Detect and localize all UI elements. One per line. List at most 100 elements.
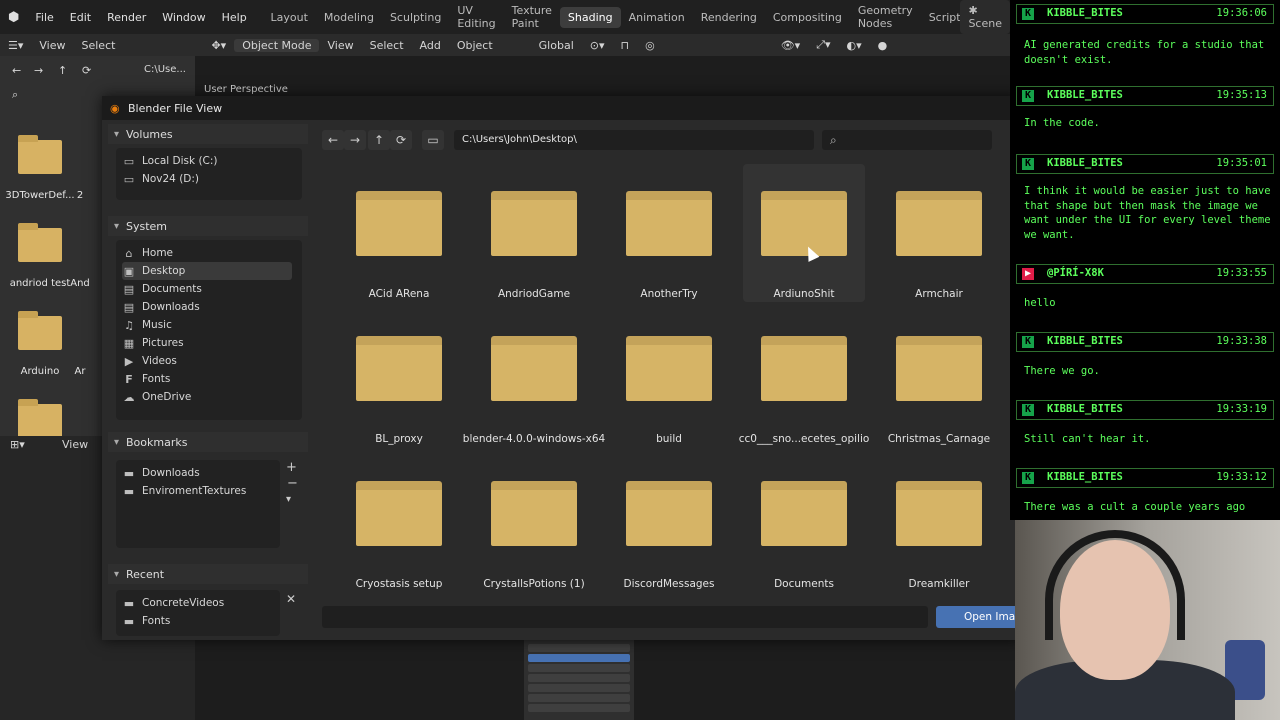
workspace-tab-geometry-nodes[interactable]: Geometry Nodes <box>850 0 921 34</box>
folder-item[interactable]: Christmas_Carnage <box>878 309 1000 447</box>
node-row[interactable] <box>528 664 630 672</box>
bg-search-icon[interactable]: ⌕ <box>12 88 18 102</box>
folder-item[interactable]: AnotherTry <box>608 164 730 302</box>
left-select-menu[interactable]: Select <box>74 39 124 52</box>
menu-help[interactable]: Help <box>214 11 255 24</box>
menu-render[interactable]: Render <box>99 11 154 24</box>
dialog-titlebar[interactable]: ◉ Blender File View <box>102 96 1020 120</box>
left-view-menu[interactable]: View <box>31 39 73 52</box>
overlay-icon[interactable]: ◐▾ <box>839 39 870 52</box>
menu-window[interactable]: Window <box>154 11 213 24</box>
menu-edit[interactable]: Edit <box>62 11 99 24</box>
folder-item[interactable]: Armchair <box>878 164 1000 302</box>
sidebar-item-videos[interactable]: ▶ Videos <box>122 352 292 370</box>
folder-item[interactable]: ArdiunoShit <box>743 164 865 302</box>
sidebar-item-home[interactable]: ⌂ Home <box>122 244 292 262</box>
sidebar-item-enviroment-textures[interactable]: ▬ EnviromentTextures <box>122 482 272 500</box>
sidebar-item-onedrive[interactable]: ☁ OneDrive <box>122 388 292 406</box>
workspace-tab-shading[interactable]: Shading <box>559 6 621 28</box>
editor-type-icon[interactable]: ☰▾ <box>0 39 31 52</box>
bg-back-icon[interactable]: ← <box>12 64 21 77</box>
directory-path-field[interactable]: C:\Users\John\Desktop\ <box>454 130 814 150</box>
bg-folder-icon[interactable] <box>18 135 62 174</box>
remove-bookmark-icon[interactable]: − <box>287 476 298 491</box>
folder-item[interactable]: CrystallsPotions (1) <box>473 454 595 592</box>
folder-item[interactable]: Documents <box>743 454 865 592</box>
sidebar-item-bookmark-downloads[interactable]: ▬ Downloads <box>122 464 272 482</box>
gizmo-icon[interactable]: ⤢▾ <box>808 38 838 52</box>
proportional-edit-icon[interactable]: ◎ <box>637 39 663 52</box>
node-row[interactable] <box>528 654 630 662</box>
workspace-tab-uv-editing[interactable]: UV Editing <box>449 0 503 34</box>
section-system-header[interactable]: System <box>108 216 308 236</box>
section-recent-header[interactable]: Recent <box>108 564 308 584</box>
add-bookmark-icon[interactable]: + <box>286 460 297 475</box>
visibility-icon[interactable]: 👁▾ <box>773 39 809 52</box>
refresh-icon[interactable]: ⟳ <box>390 130 412 150</box>
parent-directory-icon[interactable]: ↑ <box>368 130 390 150</box>
folder-item[interactable]: Dreamkiller <box>878 454 1000 592</box>
pivot-icon[interactable]: ⊙▾ <box>582 39 613 52</box>
workspace-tab-scripting[interactable]: Scripting <box>921 7 961 28</box>
outliner-view-menu[interactable]: View <box>62 438 88 451</box>
workspace-tab-rendering[interactable]: Rendering <box>693 7 765 28</box>
folder-item[interactable]: BL_proxy <box>338 309 460 447</box>
scene-selector[interactable]: ✱ Scene <box>960 0 1010 34</box>
sidebar-item-pictures[interactable]: ▦ Pictures <box>122 334 292 352</box>
sidebar-item-nov24[interactable]: ▭ Nov24 (D:) <box>122 170 292 188</box>
outliner-editor-icon[interactable]: ⊞▾ <box>10 438 25 451</box>
folder-item[interactable]: cc0___sno...ecetes_opilio <box>739 309 869 447</box>
sidebar-item-recent-fonts[interactable]: ▬ Fonts <box>122 612 272 630</box>
viewport-view-menu[interactable]: View <box>319 39 361 52</box>
workspace-tab-modeling[interactable]: Modeling <box>316 7 382 28</box>
workspace-tab-layout[interactable]: Layout <box>263 7 316 28</box>
search-input[interactable]: ⌕ <box>822 130 992 150</box>
bg-parent-icon[interactable]: ↑ <box>58 64 67 77</box>
workspace-tab-sculpting[interactable]: Sculpting <box>382 7 449 28</box>
forward-icon[interactable]: → <box>344 130 366 150</box>
transform-orientation-dropdown[interactable]: Global <box>531 39 582 52</box>
new-folder-icon[interactable]: ▭ <box>422 130 444 150</box>
folder-item[interactable]: Cryostasis setup <box>338 454 460 592</box>
viewport-select-menu[interactable]: Select <box>362 39 412 52</box>
viewport-add-menu[interactable]: Add <box>412 39 449 52</box>
workspace-tab-texture-paint[interactable]: Texture Paint <box>504 0 560 34</box>
folder-item[interactable]: ACid ARena <box>338 164 460 302</box>
workspace-tab-compositing[interactable]: Compositing <box>765 7 850 28</box>
folder-item[interactable]: blender-4.0.0-windows-x64 <box>463 309 605 447</box>
sidebar-item-concrete-videos[interactable]: ▬ ConcreteVideos <box>122 594 272 612</box>
node-row[interactable] <box>528 704 630 712</box>
folder-item[interactable]: build <box>608 309 730 447</box>
sidebar-item-music[interactable]: ♫ Music <box>122 316 292 334</box>
node-row[interactable] <box>528 644 630 652</box>
viewport-object-menu[interactable]: Object <box>449 39 501 52</box>
bg-folder-icon[interactable] <box>18 399 62 438</box>
sidebar-item-desktop[interactable]: ▣ Desktop <box>122 262 292 280</box>
shading-solid-icon[interactable]: ● <box>870 39 896 52</box>
open-image-button[interactable]: Open Image <box>936 606 1026 628</box>
bookmark-menu-icon[interactable]: ▾ <box>286 494 291 505</box>
folder-item[interactable]: DiscordMessages <box>608 454 730 592</box>
section-volumes-header[interactable]: Volumes <box>108 124 308 144</box>
bg-path-field[interactable]: C:\Use... <box>144 64 186 75</box>
filename-input[interactable] <box>322 606 928 628</box>
node-row[interactable] <box>528 674 630 682</box>
sidebar-item-local-disk[interactable]: ▭ Local Disk (C:) <box>122 152 292 170</box>
bg-folder-icon[interactable] <box>18 311 62 350</box>
sidebar-item-fonts[interactable]: F Fonts <box>122 370 292 388</box>
node-row[interactable] <box>528 694 630 702</box>
section-bookmarks-header[interactable]: Bookmarks <box>108 432 308 452</box>
snap-icon[interactable]: ⊓ <box>613 39 638 52</box>
back-icon[interactable]: ← <box>322 130 344 150</box>
menu-file[interactable]: File <box>27 11 61 24</box>
clear-recent-icon[interactable]: ✕ <box>286 592 296 606</box>
bg-refresh-icon[interactable]: ⟳ <box>82 64 91 77</box>
workspace-tab-animation[interactable]: Animation <box>621 7 693 28</box>
bg-folder-icon[interactable] <box>18 223 62 262</box>
folder-item[interactable]: AndriodGame <box>473 164 595 302</box>
sidebar-item-downloads[interactable]: ▤ Downloads <box>122 298 292 316</box>
mode-dropdown[interactable]: Object Mode <box>234 38 320 52</box>
blender-logo-icon[interactable]: ⬢ <box>0 10 27 25</box>
node-row[interactable] <box>528 684 630 692</box>
viewport-editor-type-icon[interactable]: ✥▾ <box>203 39 234 52</box>
